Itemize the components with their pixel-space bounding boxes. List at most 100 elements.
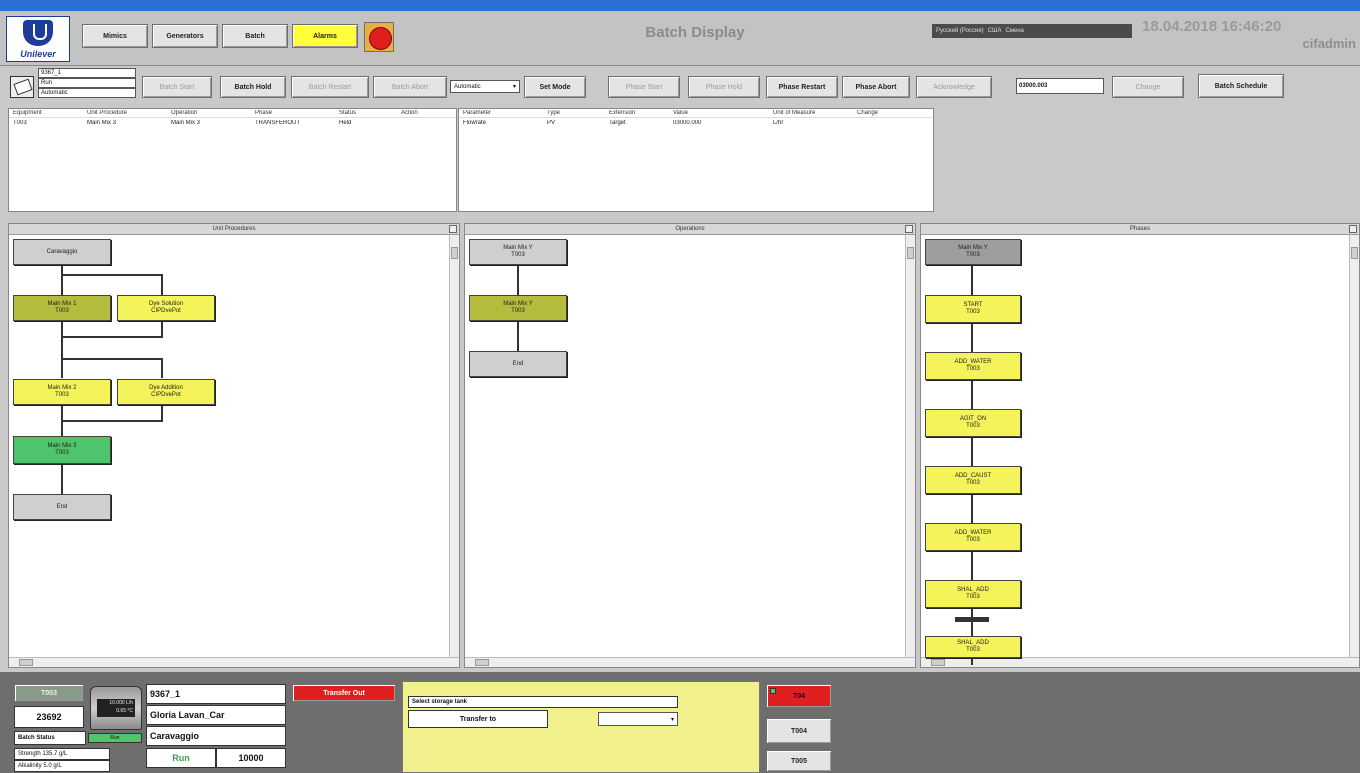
phase-node-shal-add[interactable]: SHAL_ADD T003	[925, 580, 1021, 608]
tank-t04-button[interactable]: T04	[766, 684, 832, 708]
cell-value: 03000.000	[673, 119, 702, 126]
cell-extension: Target	[609, 119, 626, 126]
batch-status-label: Batch Status	[14, 731, 86, 745]
tank-label-button[interactable]: T003	[14, 684, 84, 702]
phase-node-shal-add-2[interactable]: SHAL_ADD T003	[925, 636, 1021, 658]
nav-batch-button[interactable]: Batch	[222, 24, 288, 48]
unit-node-caravaggio[interactable]: Caravaggio	[13, 239, 111, 265]
phase-abort-button[interactable]: Phase Abort	[842, 76, 910, 98]
language-bar[interactable]: Русский (Россия) США Сменa	[932, 24, 1132, 38]
unit-node-main-mix-1[interactable]: Main Mix 1 T003	[13, 295, 111, 321]
phase-transition-bar	[955, 617, 989, 622]
transfer-to-button[interactable]: Transfer to	[408, 710, 548, 728]
set-mode-button[interactable]: Set Mode	[524, 76, 586, 98]
scroll-thumb[interactable]	[475, 659, 489, 666]
window-top-stripe	[0, 0, 1360, 11]
nav-mimics-button[interactable]: Mimics	[82, 24, 148, 48]
phase-node-add-water-2[interactable]: ADD_WATER T003	[925, 523, 1021, 551]
scroll-thumb[interactable]	[931, 659, 945, 666]
mode-select[interactable]: Automatic ▾	[450, 80, 520, 93]
user-name: cifadmin	[1302, 36, 1356, 51]
table-row[interactable]: T003 Main Mix 3 Main Mix 3 TRANSFEROUT H…	[9, 118, 456, 127]
col-type: Type	[547, 110, 561, 116]
unit-node-main-mix-2[interactable]: Main Mix 2 T003	[13, 379, 111, 405]
acknowledge-button[interactable]: Acknowledge	[916, 76, 992, 98]
phase-node-agit-on[interactable]: AGIT_ON T003	[925, 409, 1021, 437]
col-phase: Phase	[255, 110, 273, 116]
col-equipment: Equipment	[13, 110, 42, 116]
phase-node-add-water[interactable]: ADD_WATER T003	[925, 352, 1021, 380]
vertical-scrollbar[interactable]	[1349, 235, 1359, 657]
col-operation: Operation	[171, 110, 198, 116]
phases-header: Phases	[921, 224, 1359, 235]
unit-node-end[interactable]: End	[13, 494, 111, 520]
batch-abort-button[interactable]: Batch Abort	[373, 76, 447, 98]
recipe-name: Caravaggio	[146, 726, 286, 746]
unilever-logo: Unilever	[6, 16, 70, 62]
cell-type: PV	[547, 119, 556, 126]
batch-start-button[interactable]: Batch Start	[142, 76, 212, 98]
scroll-thumb[interactable]	[907, 247, 914, 259]
vertical-scrollbar[interactable]	[905, 235, 915, 657]
value-input[interactable]: 03000.003	[1016, 78, 1104, 94]
operation-node-main-mix-active[interactable]: Main Mix Y T003	[469, 295, 567, 321]
maximize-icon[interactable]	[905, 225, 913, 233]
transfer-out-button[interactable]: Transfer Out	[292, 684, 396, 702]
scroll-thumb[interactable]	[1351, 247, 1358, 259]
phase-node-add-caust[interactable]: ADD_CAUST T003	[925, 466, 1021, 494]
batch-hold-button[interactable]: Batch Hold	[220, 76, 286, 98]
quantity-display: 10000	[216, 748, 286, 768]
horizontal-scrollbar[interactable]	[465, 657, 915, 667]
horizontal-scrollbar[interactable]	[9, 657, 459, 667]
nav-alarms-button[interactable]: Alarms	[292, 24, 358, 48]
emergency-stop-button[interactable]	[364, 22, 394, 52]
change-button[interactable]: Change	[1112, 76, 1184, 98]
tank-t004-button[interactable]: T004	[766, 718, 832, 744]
operation-node-main-mix[interactable]: Main Mix Y T003	[469, 239, 567, 265]
phase-restart-button[interactable]: Phase Restart	[766, 76, 838, 98]
unit-node-dye-solution[interactable]: Dye Solution CIPDvePot	[117, 295, 215, 321]
run-state: Run	[146, 748, 216, 768]
nav-generators-button[interactable]: Generators	[152, 24, 218, 48]
col-change: Change	[857, 110, 879, 116]
operation-node-end[interactable]: End	[469, 351, 567, 377]
cell-parameter: Flowrate	[463, 119, 487, 126]
unit-node-main-mix-3[interactable]: Main Mix 3 T003	[13, 436, 111, 464]
batch-id-display: 9367_1	[146, 684, 286, 704]
operations-title: Operations	[675, 226, 705, 232]
cell-unit-of-measure: L/hr	[773, 119, 784, 126]
scroll-thumb[interactable]	[19, 659, 33, 666]
param-table-header: Parameter Type Extension Value Unit of M…	[459, 109, 933, 118]
unit-status-table: Equipment Unit Procedure Operation Phase…	[8, 108, 457, 212]
unit-node-dye-addition[interactable]: Dye Addition CIPDvePot	[117, 379, 215, 405]
unit-procedures-header: Unit Procedures	[9, 224, 459, 235]
batch-state-field: Run	[38, 78, 136, 88]
horizontal-scrollbar[interactable]	[921, 657, 1359, 667]
vertical-scrollbar[interactable]	[449, 235, 459, 657]
col-unit-of-measure: Unit of Measure	[773, 110, 816, 116]
tank-t005-button[interactable]: T005	[766, 750, 832, 772]
phase-node-start[interactable]: START T003	[925, 295, 1021, 323]
maximize-icon[interactable]	[449, 225, 457, 233]
batch-mode-field: Automatic	[38, 88, 136, 98]
phase-node-main-mix[interactable]: Main Mix Y T003	[925, 239, 1021, 265]
cell-unit-procedure: Main Mix 3	[87, 119, 117, 126]
batch-journal-icon[interactable]	[10, 76, 34, 98]
batch-restart-button[interactable]: Batch Restart	[291, 76, 369, 98]
tank-number: 23692	[14, 706, 84, 728]
alkalinity-readout: Alkalinity 5.0 g/L	[14, 760, 110, 772]
maximize-icon[interactable]	[1349, 225, 1357, 233]
tank-icon: 10.000 L/h 0.65 °C	[90, 686, 142, 730]
operations-pane: Operations Main Mix Y T003 Main Mix Y T003…	[464, 223, 916, 668]
cell-equipment: T003	[13, 119, 27, 126]
table-row[interactable]: Flowrate PV Target 03000.000 L/hr	[459, 118, 933, 127]
col-parameter: Parameter	[463, 110, 492, 116]
select-storage-tank-label: Select storage tank	[408, 696, 678, 708]
batch-schedule-button[interactable]: Batch Schedule	[1198, 74, 1284, 98]
strength-readout: Strength 135.7 g/L	[14, 748, 110, 760]
phase-start-button[interactable]: Phase Start	[608, 76, 680, 98]
unilever-u-icon	[23, 20, 53, 46]
target-tank-select[interactable]: ▾	[598, 712, 678, 726]
scroll-thumb[interactable]	[451, 247, 458, 259]
phase-hold-button[interactable]: Phase Hold	[688, 76, 760, 98]
